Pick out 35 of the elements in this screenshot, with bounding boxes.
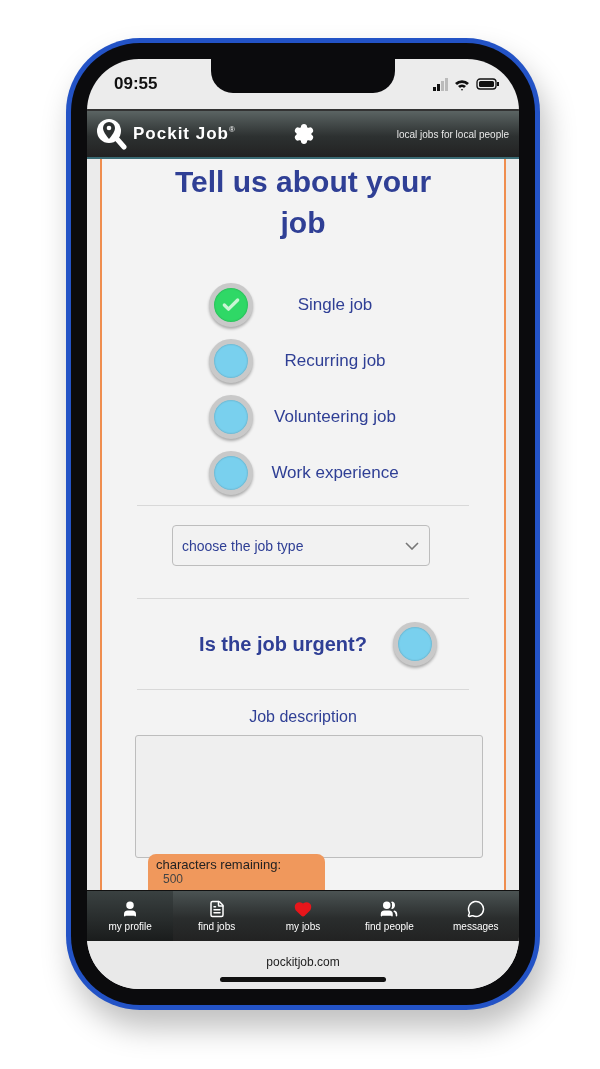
speech-bubble-icon (466, 900, 485, 918)
job-type-select[interactable]: choose the job type (172, 524, 430, 567)
option-label: Single job (296, 295, 374, 315)
option-label: Volunteering job (273, 407, 397, 427)
tab[interactable]: find jobs (173, 891, 260, 941)
page-title: Tell us about your job (173, 164, 433, 241)
logo-icon (95, 117, 127, 151)
option-label: Recurring job (283, 351, 387, 371)
counter-label: characters remaining: (156, 857, 282, 872)
status-time: 09:55 (114, 74, 158, 94)
signal-icon (433, 77, 448, 91)
description-field[interactable] (135, 735, 483, 858)
tab[interactable]: my jobs (259, 891, 347, 941)
radio-button[interactable] (209, 451, 253, 495)
description-label: Job description (248, 708, 358, 727)
radio-button[interactable] (209, 395, 253, 439)
tagline: local jobs for local people (396, 128, 509, 140)
counter-value: 500 (163, 872, 185, 886)
urgent-label: Is the job urgent? (199, 632, 367, 656)
option-label: Work experience (270, 463, 400, 483)
radio-button[interactable] (209, 339, 253, 383)
document-icon (207, 900, 226, 918)
radio-button[interactable] (209, 283, 253, 327)
chevron-down-icon (405, 541, 419, 550)
wifi-icon (454, 77, 470, 91)
urgent-toggle[interactable] (392, 622, 437, 667)
people-icon (380, 900, 399, 918)
tab[interactable]: messages (432, 891, 519, 941)
battery-icon (476, 78, 499, 90)
tab[interactable]: find people (346, 891, 433, 941)
home-indicator[interactable] (220, 977, 386, 982)
url-text: pockitjob.com (266, 955, 340, 969)
heart-icon (294, 900, 312, 918)
tab[interactable]: my profile (87, 891, 174, 941)
brand-name: Pockit Job$^{®}$ (133, 124, 236, 144)
